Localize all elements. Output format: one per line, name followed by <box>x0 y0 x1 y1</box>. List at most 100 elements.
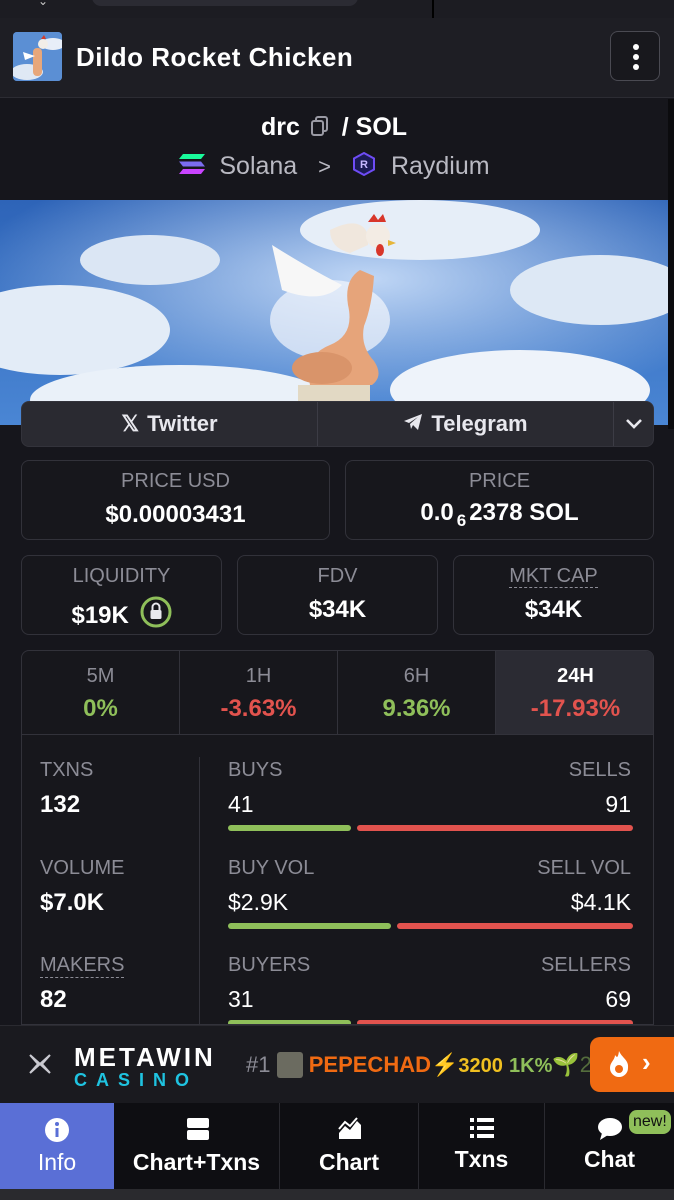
tab-txns-label: Txns <box>454 1146 509 1172</box>
ad-brand-bottom: CASINO <box>74 1070 199 1090</box>
chevron-down-icon <box>626 419 642 429</box>
chevron-right-icon: › <box>642 1047 651 1077</box>
tab-chat[interactable]: new! Chat <box>545 1103 674 1189</box>
tab-chat-label: Chat <box>583 1146 636 1172</box>
mkt-cap-label-text: MKT CAP <box>509 565 598 588</box>
tab-5m[interactable]: 5M 0% <box>22 651 180 734</box>
tab-6h-change: 9.36% <box>382 695 451 722</box>
trending-button[interactable]: › <box>590 1037 674 1092</box>
sells-bar <box>357 825 633 831</box>
dot <box>633 64 639 70</box>
price-sol-value: 0.0 6 2378 SOL <box>346 499 653 531</box>
breadcrumb-arrow: > <box>318 154 332 180</box>
solana-icon <box>178 153 206 182</box>
quote-symbol: SOL <box>355 113 408 141</box>
ad-brand-top: METAWIN <box>74 1042 216 1072</box>
trending-amount: 3200 <box>458 1055 503 1077</box>
mkt-cap-value: $34K <box>524 596 583 623</box>
copy-icon[interactable] <box>310 114 329 143</box>
makers-label: MAKERS <box>40 954 125 978</box>
liquidity-label: LIQUIDITY <box>72 565 171 587</box>
trending-symbol: PEPECHAD <box>308 1052 431 1077</box>
telegram-button[interactable]: Telegram <box>318 402 613 446</box>
telegram-icon <box>403 411 423 437</box>
more-socials-button[interactable] <box>614 402 654 446</box>
svg-text:R: R <box>360 159 368 171</box>
token-banner-image <box>0 200 668 425</box>
price-usd-value: $0.00003431 <box>105 501 246 528</box>
buys-label: BUYS <box>228 759 283 781</box>
buys-value: 41 <box>228 791 254 817</box>
sprout-icon: 🌱 <box>552 1052 580 1077</box>
chevron-down-icon: ⌄ <box>38 0 49 8</box>
trade-stats-panel: TXNS 132 VOLUME $7.0K MAKERS 82 BUYS SEL… <box>21 735 654 1025</box>
trending-token[interactable]: #1 PEPECHAD⚡3200 1K%🌱2 <box>246 1052 592 1078</box>
makers-value: 82 <box>40 986 67 1013</box>
tab-txns[interactable]: Txns <box>419 1103 545 1189</box>
buys-bar <box>228 825 351 831</box>
tab-1h-label: 1H <box>245 665 272 687</box>
x-icon: 𝕏 <box>121 411 140 436</box>
sellers-value: 69 <box>605 986 631 1012</box>
tab-info-label: Info <box>37 1149 77 1175</box>
dot <box>633 44 639 50</box>
tab-1h-change: -3.63% <box>220 695 297 722</box>
dex-link[interactable]: Raydium <box>391 152 490 180</box>
token-title: Dildo Rocket Chicken <box>76 42 354 72</box>
tab-chart[interactable]: Chart <box>280 1103 419 1189</box>
network-link[interactable]: Solana <box>219 152 297 180</box>
tab-1h[interactable]: 1H -3.63% <box>180 651 338 734</box>
volume-label: VOLUME <box>40 857 125 879</box>
trending-pct: 1K% <box>509 1055 553 1077</box>
price-sol-card: PRICE 0.0 6 2378 SOL <box>345 460 654 540</box>
timeframe-tabs: 5M 0% 1H -3.63% 6H 9.36% 24H -17.93% <box>21 650 654 735</box>
token-logo <box>13 32 62 81</box>
fdv-label: FDV <box>317 565 358 587</box>
pair-slash: / <box>341 113 349 141</box>
sells-value: 91 <box>605 791 631 817</box>
tab-chart-txns[interactable]: Chart+Txns <box>114 1103 280 1189</box>
chain-breadcrumb: Solana > R Raydium <box>0 151 668 183</box>
tab-24h-label: 24H <box>557 665 594 687</box>
volume-value: $7.0K <box>40 889 105 916</box>
sell-vol-bar <box>397 923 633 929</box>
metawin-logo-icon <box>28 1052 52 1081</box>
more-menu-button[interactable] <box>610 31 660 81</box>
price-sol-zeros: 6 <box>456 510 467 530</box>
buyers-label: BUYERS <box>228 954 311 976</box>
layout-icon <box>186 1117 210 1146</box>
social-links-bar: 𝕏 Twitter Telegram <box>21 401 654 447</box>
list-icon <box>470 1117 494 1144</box>
sells-label: SELLS <box>568 759 631 781</box>
txns-label: TXNS <box>40 759 94 781</box>
token-header: Dildo Rocket Chicken <box>0 18 674 98</box>
info-icon <box>44 1117 70 1148</box>
buy-vol-value: $2.9K <box>228 889 289 915</box>
trending-rank: #1 <box>246 1052 271 1077</box>
twitter-button[interactable]: 𝕏 Twitter <box>22 402 317 446</box>
ad-ticker[interactable]: METAWIN CASINO #1 PEPECHAD⚡3200 1K%🌱2 › <box>0 1025 674 1103</box>
liquidity-value: $19K <box>71 602 129 629</box>
tab-info[interactable]: Info <box>0 1103 114 1189</box>
price-sol-prefix: 0.0 <box>420 499 454 526</box>
lock-icon[interactable] <box>140 596 172 635</box>
chat-icon <box>597 1117 623 1146</box>
twitter-label: Twitter <box>147 411 218 436</box>
liquidity-value-row: $19K <box>22 596 221 635</box>
search-pill[interactable] <box>92 0 358 6</box>
fdv-card: FDV $34K <box>237 555 438 635</box>
pair-info: drc / SOL Solana > R Raydium <box>0 99 668 200</box>
tab-24h[interactable]: 24H -17.93% <box>496 651 653 734</box>
fdv-value: $34K <box>308 596 367 623</box>
price-usd-label: PRICE USD <box>121 470 230 492</box>
mkt-cap-card: MKT CAP $34K <box>453 555 654 635</box>
divider <box>432 0 434 18</box>
tab-6h[interactable]: 6H 9.36% <box>338 651 496 734</box>
new-badge: new! <box>629 1110 671 1134</box>
tab-chart-txns-label: Chart+Txns <box>132 1149 261 1175</box>
price-sol-label: PRICE <box>468 470 531 492</box>
price-sol-rest: 2378 SOL <box>469 499 579 526</box>
telegram-label: Telegram <box>431 411 528 436</box>
buyers-value: 31 <box>228 986 254 1012</box>
scrollbar[interactable] <box>668 99 674 429</box>
